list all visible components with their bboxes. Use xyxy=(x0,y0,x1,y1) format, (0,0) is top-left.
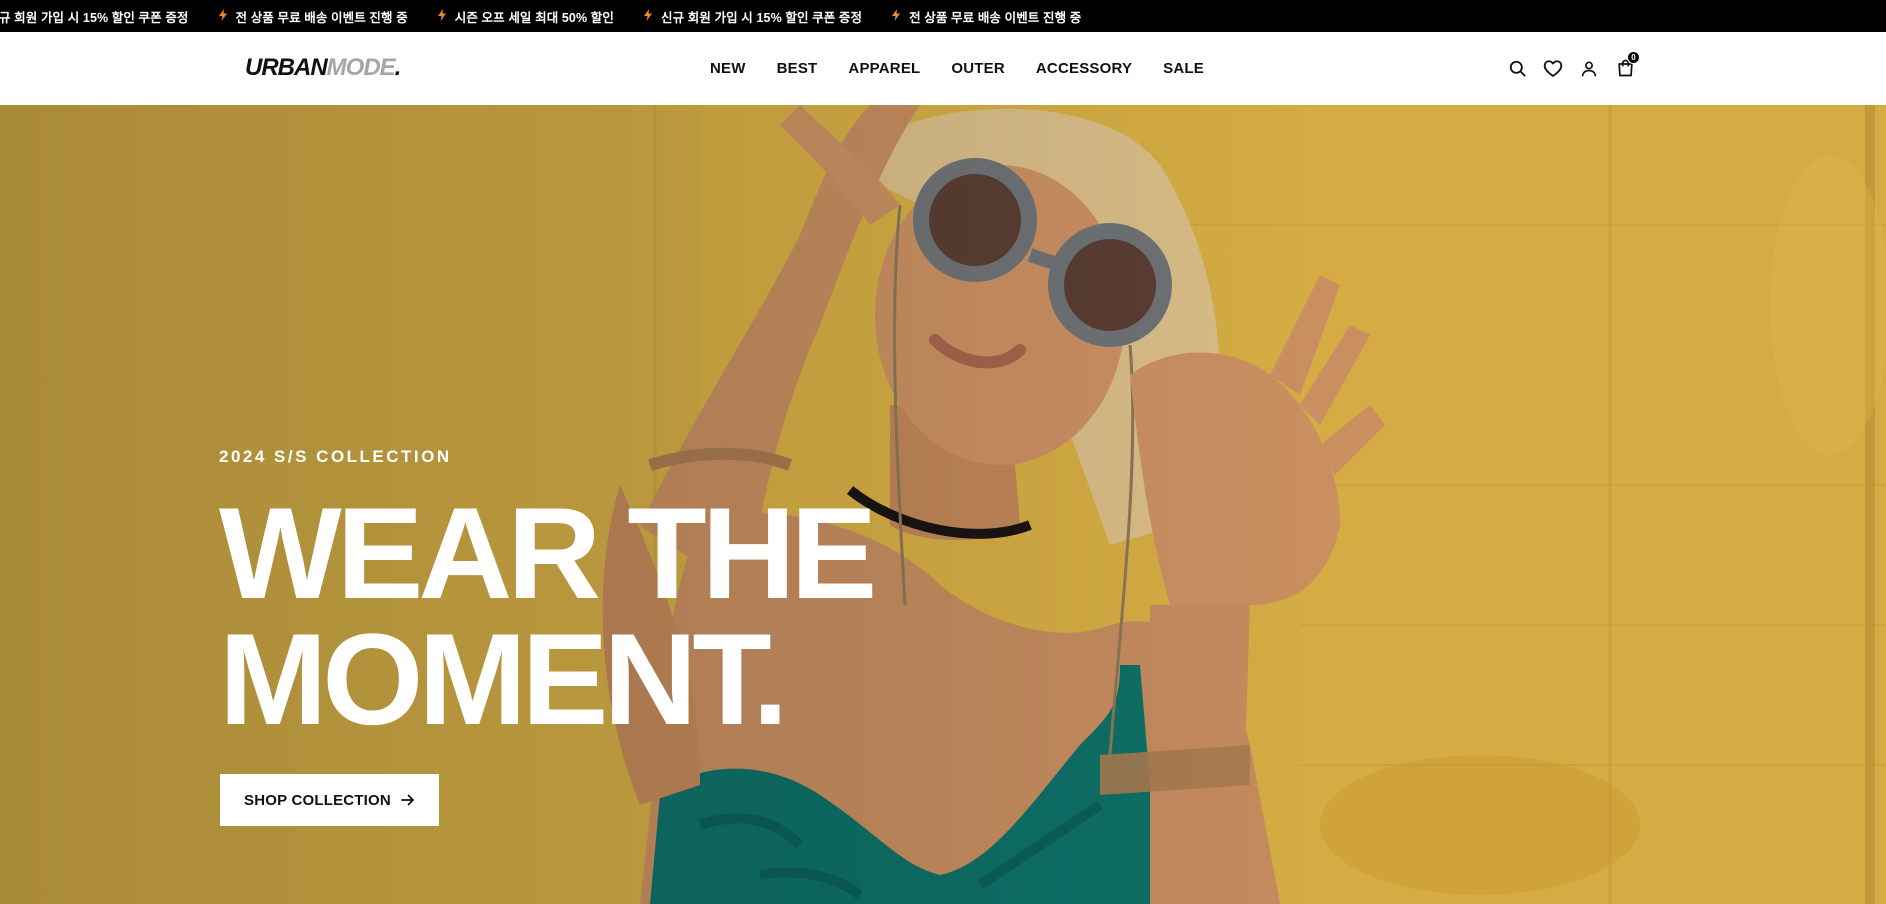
nav-item-sale[interactable]: SALE xyxy=(1163,60,1204,77)
announcement-text: 전 상품 무료 배송 이벤트 진행 중 xyxy=(235,10,408,25)
announcement-text: 규 회원 가입 시 15% 할인 쿠폰 증정 xyxy=(0,10,189,25)
announcement-item: 규 회원 가입 시 15% 할인 쿠폰 증정 xyxy=(0,0,219,32)
announcement-item: 전 상품 무료 배송 이벤트 진행 중 xyxy=(218,0,438,32)
hero-headline-line-2: MOMENT. xyxy=(219,606,788,752)
nav-item-accessory[interactable]: ACCESSORY xyxy=(1036,60,1132,77)
nav-item-best[interactable]: BEST xyxy=(777,60,818,77)
main-nav: NEW BEST APPAREL OUTER ACCESSORY SALE xyxy=(710,32,1235,105)
brand-logo[interactable]: URBANMODE. xyxy=(245,54,402,82)
nav-item-new[interactable]: NEW xyxy=(710,60,746,77)
announcement-text: 전 상품 무료 배송 이벤트 진행 중 xyxy=(909,10,1082,25)
lightning-icon xyxy=(218,8,227,24)
nav-item-apparel[interactable]: APPAREL xyxy=(848,60,920,77)
lightning-icon xyxy=(437,8,446,24)
shop-collection-button[interactable]: SHOP COLLECTION xyxy=(220,774,439,826)
site-header: URBANMODE. NEW BEST APPAREL OUTER ACCESS… xyxy=(0,32,1886,105)
lightning-icon xyxy=(892,8,901,24)
logo-text-urban: URBAN xyxy=(245,54,328,81)
cart-count-badge: 0 xyxy=(1627,51,1640,64)
shopping-bag-icon[interactable]: 0 xyxy=(1613,51,1640,80)
announcement-track: 규 회원 가입 시 15% 할인 쿠폰 증정 전 상품 무료 배송 이벤트 진행… xyxy=(0,0,1111,32)
header-actions: 0 xyxy=(1505,51,1649,80)
announcement-item: 시즌 오프 세일 최대 50% 할인 xyxy=(437,0,644,32)
logo-text-mode: MODE xyxy=(326,54,396,81)
arrow-right-icon xyxy=(401,794,415,806)
hero-banner: 2024 S/S COLLECTION WEAR THE MOMENT. SHO… xyxy=(0,105,1886,904)
nav-item-outer[interactable]: OUTER xyxy=(951,60,1005,77)
hero-headline: WEAR THE MOMENT. xyxy=(219,480,877,752)
lightning-icon xyxy=(643,8,652,24)
announcement-item: 전 상품 무료 배송 이벤트 진행 중 xyxy=(892,0,1111,32)
announcement-text: 신규 회원 가입 시 15% 할인 쿠폰 증정 xyxy=(660,10,863,25)
hero-eyebrow: 2024 S/S COLLECTION xyxy=(219,447,452,466)
shop-collection-label: SHOP COLLECTION xyxy=(244,791,391,809)
announcement-text: 시즌 오프 세일 최대 50% 할인 xyxy=(454,10,614,25)
search-icon[interactable] xyxy=(1505,56,1529,80)
user-icon[interactable] xyxy=(1577,56,1601,80)
heart-icon[interactable] xyxy=(1541,56,1565,80)
hero-headline-line-1: WEAR THE xyxy=(219,480,877,626)
logo-dot: . xyxy=(394,54,402,81)
announcement-item: 신규 회원 가입 시 15% 할인 쿠폰 증정 xyxy=(643,0,892,32)
announcement-bar: 규 회원 가입 시 15% 할인 쿠폰 증정 전 상품 무료 배송 이벤트 진행… xyxy=(0,0,1886,32)
